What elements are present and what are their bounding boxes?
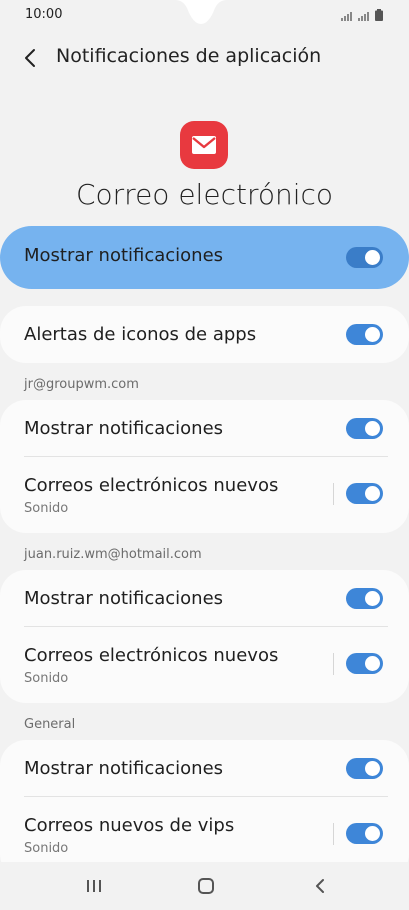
app-name: Correo electrónico: [75, 178, 334, 211]
section-card-general: Mostrar notificaciones Correos nuevos de…: [0, 740, 409, 880]
back-arrow-icon[interactable]: [20, 47, 42, 69]
section-card-account-2: Mostrar notificaciones Correos electróni…: [0, 570, 409, 703]
list-item-show-notifications[interactable]: Mostrar notificaciones: [0, 570, 409, 626]
list-item-new-emails[interactable]: Correos electrónicos nuevos Sonido: [0, 627, 409, 703]
badges-label: Alertas de iconos de apps: [24, 324, 257, 345]
vip-emails-toggle[interactable]: [346, 823, 383, 844]
row-label: Correos electrónicos nuevos: [24, 475, 279, 496]
row-label: Mostrar notificaciones: [24, 588, 224, 609]
row-subtitle: Sonido: [24, 501, 69, 516]
new-emails-toggle[interactable]: [346, 653, 383, 674]
mail-icon: [180, 121, 228, 169]
navigation-bar: [0, 862, 409, 910]
show-notifications-toggle[interactable]: [346, 758, 383, 779]
row-label: Correos nuevos de vips: [24, 815, 235, 836]
section-header-account-2: juan.ruiz.wm@hotmail.com: [24, 547, 202, 562]
status-time: 10:00: [25, 7, 63, 22]
battery-icon: [375, 9, 383, 21]
vertical-separator: [333, 823, 334, 845]
section-card-account-1: Mostrar notificaciones Correos electróni…: [0, 400, 409, 533]
status-icons: [341, 9, 383, 21]
master-toggle[interactable]: [346, 247, 383, 268]
list-item-new-emails[interactable]: Correos electrónicos nuevos Sonido: [0, 457, 409, 533]
section-header-general: General: [24, 717, 76, 732]
status-bar: 10:00: [0, 0, 409, 32]
new-emails-toggle[interactable]: [346, 483, 383, 504]
row-label: Correos electrónicos nuevos: [24, 645, 279, 666]
show-notifications-toggle[interactable]: [346, 418, 383, 439]
list-item-show-notifications[interactable]: Mostrar notificaciones: [0, 400, 409, 456]
row-label: Mostrar notificaciones: [24, 758, 224, 779]
recents-icon[interactable]: [82, 876, 106, 896]
signal-icon: [341, 12, 352, 21]
list-item-show-notifications[interactable]: Mostrar notificaciones: [0, 740, 409, 796]
row-subtitle: Sonido: [24, 671, 69, 686]
vertical-separator: [333, 483, 334, 505]
master-switch-row[interactable]: Mostrar notificaciones: [0, 226, 409, 289]
page-title: Notificaciones de aplicación: [56, 45, 322, 67]
back-icon[interactable]: [309, 876, 333, 896]
camera-notch: [175, 0, 227, 24]
badges-toggle[interactable]: [346, 324, 383, 345]
badges-card: Alertas de iconos de apps: [0, 306, 409, 363]
show-notifications-toggle[interactable]: [346, 588, 383, 609]
app-bar: Notificaciones de aplicación: [0, 40, 409, 76]
master-switch-label: Mostrar notificaciones: [24, 245, 224, 266]
badges-row[interactable]: Alertas de iconos de apps: [0, 306, 409, 363]
row-subtitle: Sonido: [24, 841, 69, 856]
signal-icon: [358, 12, 369, 21]
home-icon[interactable]: [194, 876, 218, 896]
row-label: Mostrar notificaciones: [24, 418, 224, 439]
section-header-account-1: jr@groupwm.com: [24, 377, 139, 392]
vertical-separator: [333, 653, 334, 675]
envelope-glyph: [192, 136, 216, 154]
